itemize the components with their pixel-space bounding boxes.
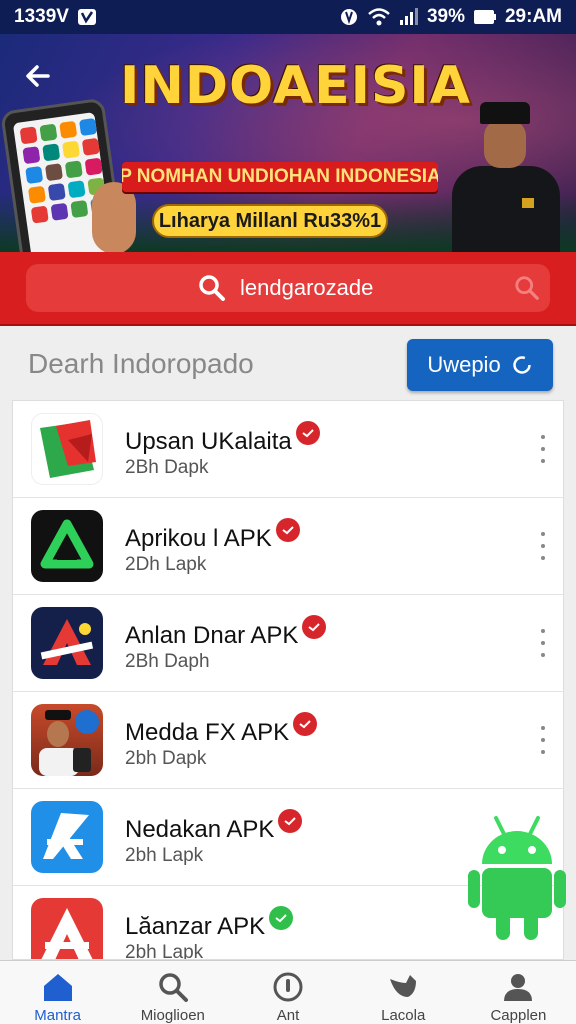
status-left-text: 1339V — [14, 6, 69, 27]
profile-icon — [504, 974, 533, 1001]
list-item[interactable]: Aprikou l APK 2Dh Lapk — [13, 498, 563, 595]
status-bar: 1339V 39% 29:AM — [0, 0, 576, 34]
verified-badge-icon — [278, 809, 303, 833]
bottom-navigation: Mantra Mioglioen Ant Lacola Capplen — [0, 960, 576, 1024]
app-name: Nedakan APK — [125, 816, 275, 843]
green-triangle-app-icon — [31, 510, 103, 582]
clock: 29:AM — [504, 6, 562, 27]
app-name: Anlan Dnar APK — [125, 622, 299, 649]
verified-badge-icon — [275, 518, 300, 542]
info-icon — [273, 972, 303, 1002]
search-value: lendgarozade — [240, 275, 374, 300]
nav-label: Capplen — [490, 1007, 547, 1024]
banner-subtitle: P NOMHAN UNDIOHAN INDONESIA — [122, 162, 438, 192]
more-options-icon[interactable] — [539, 435, 547, 463]
nav-profile[interactable]: Capplen — [461, 961, 576, 1024]
refresh-icon — [512, 356, 531, 374]
signal-icon — [399, 8, 419, 26]
nav-home[interactable]: Mantra — [0, 961, 115, 1024]
officer-illustration — [430, 102, 566, 252]
red-green-app-icon — [31, 413, 103, 485]
more-options-icon[interactable] — [539, 726, 547, 754]
app-meta: 2Bh Daph — [125, 651, 210, 672]
red-a-app-icon — [31, 898, 103, 959]
search-bar-container: lendgarozade — [0, 252, 576, 326]
verified-badge-icon — [295, 421, 320, 445]
app-name: Medda FX APK — [125, 719, 290, 746]
more-options-icon[interactable] — [539, 532, 547, 560]
section-title: Dearh Indoropado — [28, 348, 254, 379]
more-options-icon[interactable] — [539, 629, 547, 657]
app-name: Aprikou l APK — [125, 525, 272, 552]
banner-title: INDOAEISIA — [120, 56, 471, 116]
banner-tagline: Lıharya Millanl Ru33%1 — [152, 204, 388, 238]
nav-label: Mantra — [34, 1007, 81, 1024]
verified-badge-icon — [302, 615, 327, 639]
red-a-navy-app-icon — [31, 607, 103, 679]
officer-photo-app-icon — [31, 704, 103, 776]
search-icon — [198, 274, 226, 308]
verified-badge-icon — [269, 906, 294, 930]
app-meta: 2bh Lapk — [125, 845, 204, 866]
search-icon — [159, 973, 188, 1002]
home-icon — [43, 974, 72, 1001]
update-button-label: Uwepio — [427, 352, 501, 377]
nav-info[interactable]: Ant — [230, 961, 345, 1024]
wifi-icon — [367, 7, 391, 27]
app-name: Upsan UKalaita — [125, 428, 292, 455]
blue-a-app-icon — [31, 801, 103, 873]
hand-illustration — [92, 182, 136, 252]
verified-badge-icon — [293, 712, 318, 736]
back-button[interactable] — [18, 56, 58, 96]
list-item[interactable]: Medda FX APK 2bh Dapk — [13, 692, 563, 789]
battery-icon — [473, 9, 497, 25]
battery-percent: 39% — [426, 6, 465, 27]
nav-bird[interactable]: Lacola — [346, 961, 461, 1024]
list-item[interactable]: Anlan Dnar APK 2Bh Daph — [13, 595, 563, 692]
app-meta: 2bh Lapk — [125, 942, 204, 960]
search-submit-icon[interactable] — [514, 275, 540, 307]
update-button[interactable]: Uwepio — [407, 339, 553, 391]
app-name: Lăanzar APK — [125, 913, 266, 940]
section-header: Dearh Indoropado Uwepio — [0, 326, 576, 400]
nav-label: Ant — [276, 1007, 300, 1024]
arrow-left-icon — [26, 65, 50, 87]
bird-icon — [390, 975, 417, 997]
android-robot-icon — [466, 812, 566, 944]
app-meta: 2Dh Lapk — [125, 554, 207, 575]
list-item[interactable]: Upsan UKalaita 2Bh Dapk — [13, 401, 563, 498]
nav-label: Lacola — [381, 1007, 426, 1024]
notification-icon — [77, 8, 97, 26]
app-meta: 2Bh Dapk — [125, 457, 209, 478]
nav-label: Mioglioen — [140, 1007, 205, 1024]
nav-search[interactable]: Mioglioen — [115, 961, 230, 1024]
app-meta: 2bh Dapk — [125, 748, 207, 769]
promo-banner[interactable]: INDOAEISIA P NOMHAN UNDIOHAN INDONESIA L… — [0, 34, 576, 252]
search-input[interactable]: lendgarozade — [26, 264, 550, 312]
alarm-icon — [339, 7, 359, 27]
